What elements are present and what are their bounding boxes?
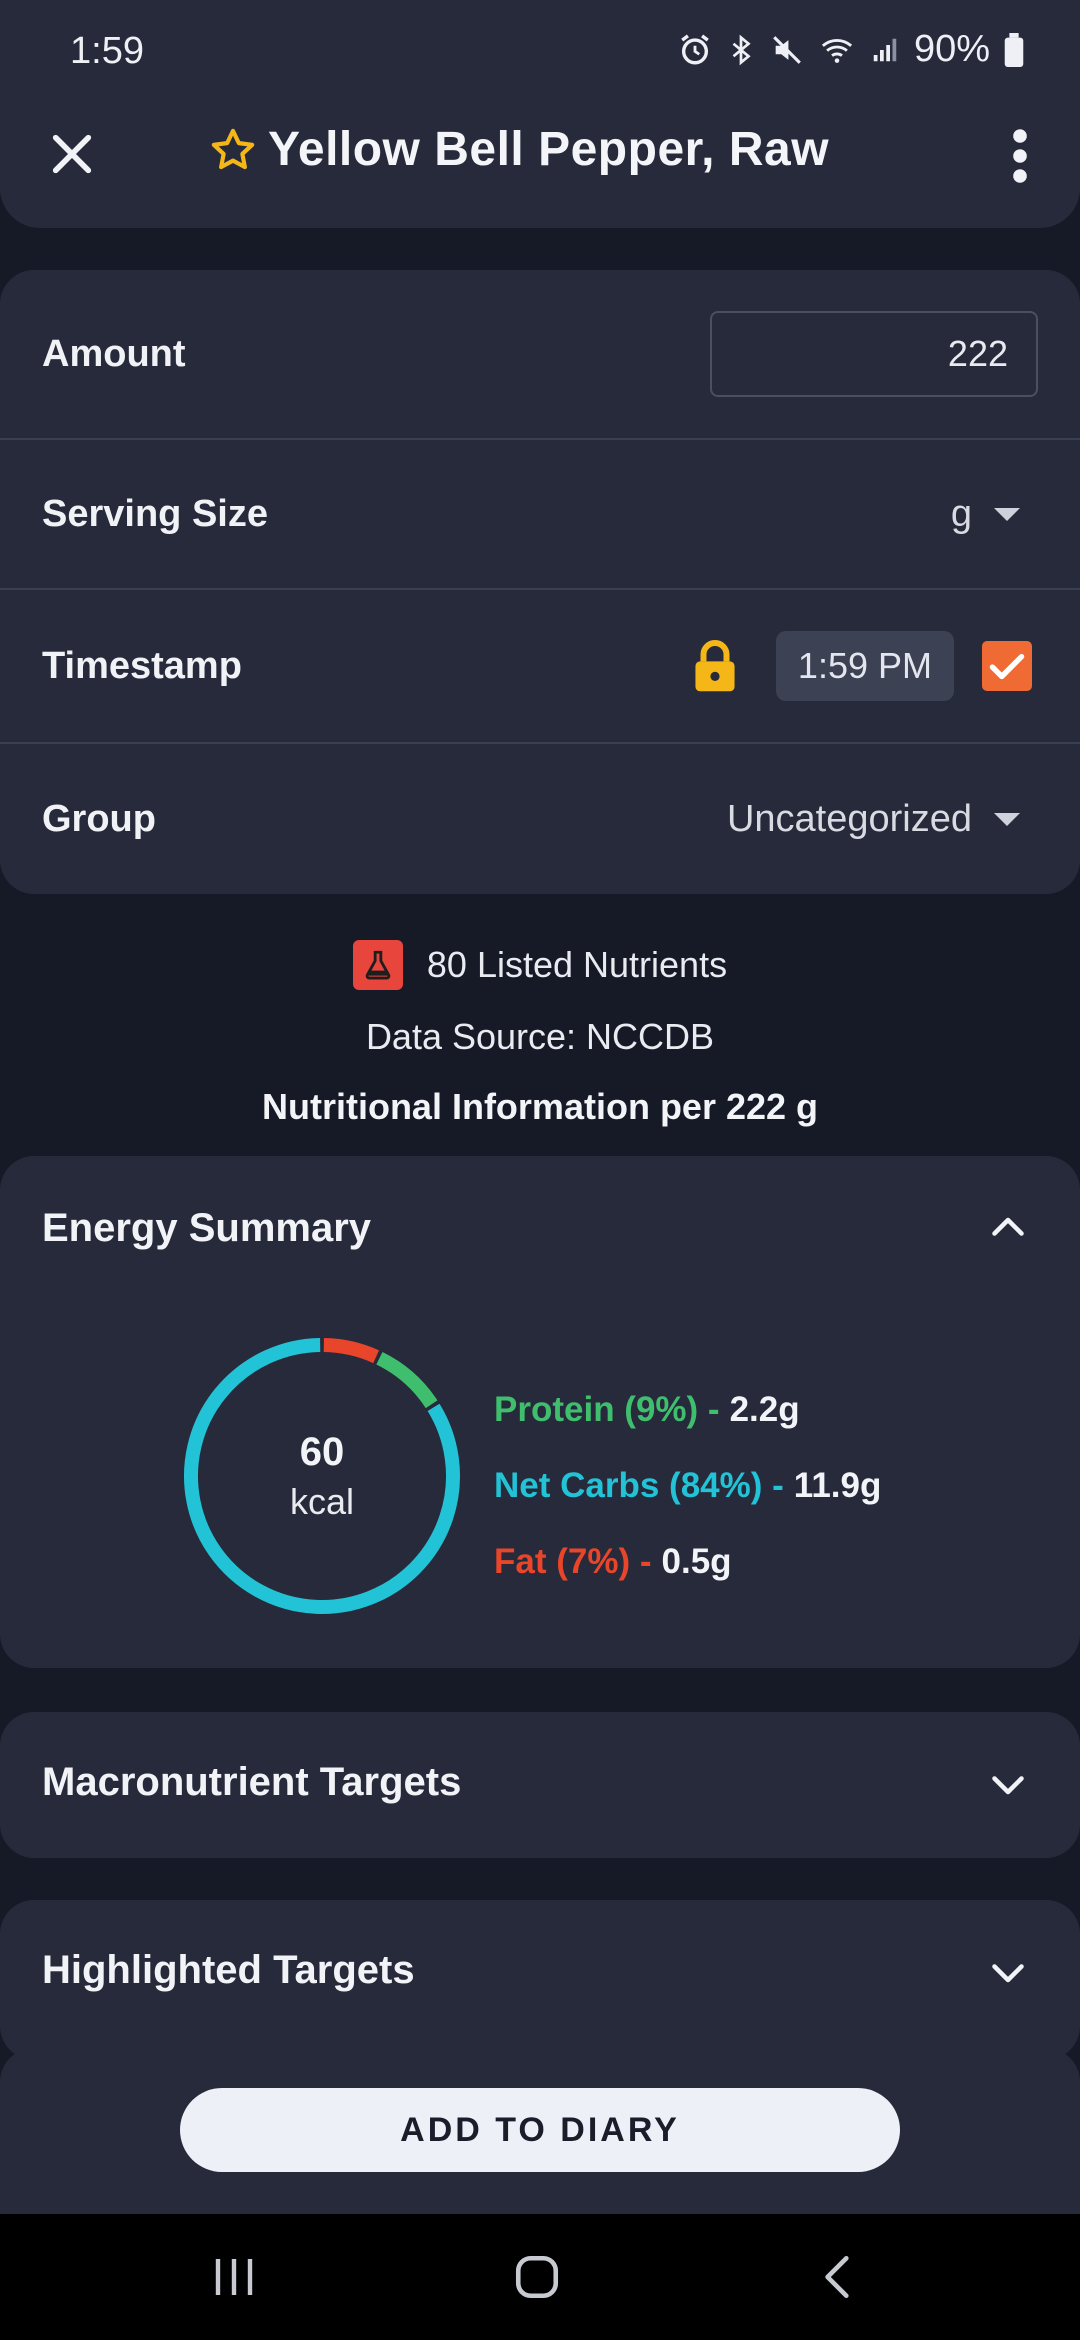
timestamp-label: Timestamp: [42, 644, 242, 687]
serving-size-row[interactable]: Serving Size g: [0, 440, 1080, 588]
fat-value: 0.5g: [661, 1542, 732, 1581]
protein-value: 2.2g: [729, 1390, 800, 1429]
page-title: Yellow Bell Pepper, Raw: [268, 123, 830, 176]
add-to-diary-button[interactable]: ADD TO DIARY: [180, 2088, 900, 2172]
amount-label: Amount: [42, 332, 186, 375]
chevron-down-icon[interactable]: [990, 1962, 1026, 1986]
donut-center: 60 kcal: [180, 1334, 464, 1618]
macronutrient-targets-title: Macronutrient Targets: [42, 1760, 462, 1804]
carbs-value: 11.9g: [793, 1466, 882, 1505]
timestamp-checkbox[interactable]: [982, 641, 1032, 691]
calories-value: 60: [299, 1429, 345, 1474]
timestamp-row: Timestamp 1:59 PM: [0, 590, 1080, 742]
home-icon[interactable]: [512, 2252, 562, 2302]
chevron-down-icon[interactable]: [990, 1774, 1026, 1798]
chevron-up-icon[interactable]: [990, 1214, 1026, 1238]
mute-icon: [773, 35, 801, 64]
group-select[interactable]: Uncategorized: [727, 798, 1020, 841]
data-source: Data Source: NCCDB: [365, 1016, 715, 1057]
nutrition-per-serving: Nutritional Information per 222 g: [261, 1086, 819, 1127]
caret-down-icon: [994, 507, 1020, 521]
close-icon[interactable]: [44, 126, 100, 182]
listed-nutrients-text: 80 Listed Nutrients: [426, 944, 728, 985]
more-options-icon[interactable]: [1000, 128, 1040, 184]
favorite-star-icon[interactable]: [208, 125, 258, 175]
protein-label: Protein (9%) -: [494, 1390, 720, 1429]
group-label: Group: [42, 797, 156, 840]
group-row[interactable]: Group Uncategorized: [0, 744, 1080, 894]
bluetooth-icon: [732, 34, 751, 65]
calories-unit: kcal: [289, 1480, 355, 1522]
flask-icon: [352, 940, 403, 990]
status-bar: 1:59 90%: [0, 0, 1080, 100]
entry-form-card: Amount Serving Size g Timestamp 1:59 PM …: [0, 270, 1080, 894]
serving-size-label: Serving Size: [42, 492, 268, 535]
highlighted-targets-card[interactable]: Highlighted Targets: [0, 1900, 1080, 2060]
caret-down-icon: [994, 812, 1020, 826]
energy-summary-title: Energy Summary: [42, 1206, 372, 1250]
bottom-action-bar: ADD TO DIARY: [0, 2048, 1080, 2214]
checkmark-icon: [989, 653, 1025, 680]
amount-input[interactable]: [710, 311, 1038, 397]
recent-apps-icon[interactable]: [212, 2252, 256, 2302]
alarm-icon: [681, 33, 709, 64]
serving-size-value: g: [950, 492, 972, 535]
signal-icon: [873, 38, 897, 61]
back-icon[interactable]: [818, 2252, 858, 2302]
legend-carbs: Net Carbs (84%) - 11.9g: [494, 1448, 881, 1524]
group-value: Uncategorized: [726, 797, 972, 840]
amount-row: Amount: [0, 270, 1080, 438]
wifi-icon: [821, 38, 853, 63]
status-time: 1:59: [70, 30, 144, 72]
battery-icon: [1004, 32, 1024, 67]
legend-fat: Fat (7%) - 0.5g: [494, 1524, 881, 1600]
lock-icon[interactable]: [692, 638, 738, 694]
carbs-label: Net Carbs (84%) -: [494, 1466, 784, 1505]
legend-protein: Protein (9%) - 2.2g: [494, 1372, 881, 1448]
macronutrient-targets-card[interactable]: Macronutrient Targets: [0, 1712, 1080, 1858]
serving-size-select[interactable]: g: [951, 493, 1020, 536]
timestamp-chip[interactable]: 1:59 PM: [775, 631, 954, 701]
system-nav-bar: [0, 2214, 1080, 2340]
timestamp-value: 1:59 PM: [797, 645, 932, 686]
status-icons: 90%: [678, 28, 1024, 71]
highlighted-targets-title: Highlighted Targets: [42, 1948, 415, 1992]
app-header: Yellow Bell Pepper, Raw: [0, 100, 1080, 228]
battery-level: 90%: [913, 28, 990, 70]
title-wrap: Yellow Bell Pepper, Raw: [208, 122, 829, 177]
macro-legend: Protein (9%) - 2.2g Net Carbs (84%) - 11…: [494, 1372, 881, 1600]
fat-label: Fat (7%) -: [494, 1542, 652, 1581]
listed-nutrients-link[interactable]: 80 Listed Nutrients: [0, 940, 1080, 990]
